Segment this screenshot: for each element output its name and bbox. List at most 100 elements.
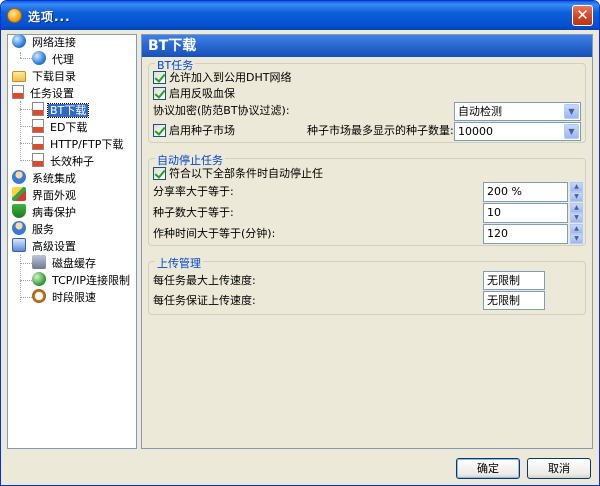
allow-dht-checkbox[interactable] [153,70,166,84]
tree-item-label: 长效种子 [50,154,94,168]
max-speed-label: 每任务最大上传速度: [153,274,256,287]
options-window: 选项... ✕ 网络连接 代理 下载目录 任务设置 BT下载 ED下载 HTTP… [0,0,600,486]
tree-item-label: 高级设置 [32,239,76,253]
all-conditions-checkbox[interactable] [153,166,166,180]
tree-item-advanced[interactable]: 高级设置 [12,237,78,254]
document-icon [32,102,44,116]
group-bt-task: BT任务 允许加入到公用DHT网络 启用反吸血保 协议加密(防范BT协议过滤):… [148,57,586,143]
group-title: 上传管理 [155,255,203,271]
checkbox-label: 启用种子市场 [169,124,235,137]
checkbox-label: 启用反吸血保 [169,87,235,100]
document-icon [12,85,24,99]
tree-item-network[interactable]: 网络连接 [12,33,78,50]
tree-item-ed-download[interactable]: ED下载 [32,118,89,135]
work-time-input[interactable]: 120 [483,224,568,244]
seed-market-row[interactable]: 启用种子市场 [153,122,235,140]
anti-leech-row[interactable]: 启用反吸血保 [153,85,235,103]
seed-max-label: 种子市场最多显示的种子数量: [307,124,454,137]
tree-item-task-settings[interactable]: 任务设置 [12,84,76,101]
protocol-label: 协议加密(防范BT协议过滤): [153,104,290,117]
tree-item-label: 代理 [52,52,74,66]
folder-icon [12,70,26,82]
people-icon [12,221,26,235]
anti-leech-checkbox[interactable] [153,86,166,100]
close-icon: ✕ [576,6,589,24]
tree-item-disk-cache[interactable]: 磁盘缓存 [32,254,98,271]
chevron-up-icon[interactable]: ▲ [570,182,583,192]
chevron-down-icon[interactable]: ▼ [570,234,583,244]
network-icon [32,272,46,286]
tree-item-virus-protection[interactable]: 病毒保护 [12,203,78,220]
tree-item-label: HTTP/FTP下载 [50,137,124,151]
ok-button[interactable]: 确定 [456,458,520,479]
tree-item-download-dir[interactable]: 下载目录 [12,67,78,84]
seed-count-input[interactable]: 10 [483,203,568,223]
group-upload: 上传管理 每任务最大上传速度: 无限制 每任务保证上传速度: 无限制 [148,255,586,315]
document-icon [32,119,44,133]
share-ratio-input[interactable]: 200 % [483,182,568,202]
shield-icon [12,204,26,218]
guaranteed-speed-input[interactable]: 无限制 [483,291,545,310]
chevron-up-icon[interactable]: ▲ [570,224,583,234]
chevron-down-icon[interactable]: ▼ [564,104,579,119]
tree-item-label: 界面外观 [32,188,76,202]
chevron-down-icon[interactable]: ▼ [570,213,583,223]
work-time-spinner[interactable]: ▲ ▼ [570,224,583,244]
seed-count-label: 种子数大于等于: [153,206,234,219]
input-value: 无限制 [487,274,520,287]
document-icon [32,153,44,167]
tree-item-label: BT下载 [46,102,90,118]
panel-title: BT下载 [142,35,592,57]
checkbox-label: 允许加入到公用DHT网络 [169,71,292,84]
all-conditions-row[interactable]: 符合以下全部条件时自动停止任 [153,165,323,183]
tree-item-appearance[interactable]: 界面外观 [12,186,78,203]
tree-item-http-ftp[interactable]: HTTP/FTP下载 [32,135,125,152]
tree-item-system-integration[interactable]: 系统集成 [12,169,78,186]
input-value: 无限制 [487,294,520,307]
tree-item-proxy[interactable]: 代理 [32,50,76,67]
chevron-down-icon[interactable]: ▼ [564,124,579,139]
clock-icon [32,289,46,303]
chevron-down-icon[interactable]: ▼ [570,192,583,202]
spin-value: 10 [487,206,501,219]
tree-item-bt-download[interactable]: BT下载 [32,101,90,118]
tree-item-label: ED下载 [50,120,88,134]
tree-item-label: 服务 [32,222,54,236]
work-time-label: 作种时间大于等于(分钟): [153,227,276,240]
app-icon [7,8,22,23]
guaranteed-speed-label: 每任务保证上传速度: [153,294,256,307]
people-icon [12,170,26,184]
settings-panel: BT下载 BT任务 允许加入到公用DHT网络 启用反吸血保 协议加密(防范BT协… [141,34,593,449]
seed-count-spinner[interactable]: ▲ ▼ [570,203,583,223]
max-speed-input[interactable]: 无限制 [483,271,545,290]
tree-item-label: 病毒保护 [32,205,76,219]
tree-item-label: 网络连接 [32,35,76,49]
tree-item-label: 时段限速 [52,290,96,304]
settings-icon [12,238,26,252]
close-button[interactable]: ✕ [572,5,593,26]
protocol-select[interactable]: 自动检测 ▼ [454,102,581,121]
checkbox-label: 符合以下全部条件时自动停止任 [169,167,323,180]
title-bar[interactable]: 选项... ✕ [1,1,599,30]
tree-item-label: 磁盘缓存 [52,256,96,270]
share-ratio-spinner[interactable]: ▲ ▼ [570,182,583,202]
tree-item-label: 系统集成 [32,171,76,185]
share-ratio-label: 分享率大于等于: [153,185,234,198]
paint-icon [12,187,26,201]
spin-value: 200 % [487,185,522,198]
tree-item-label: 任务设置 [30,86,74,100]
disk-icon [32,255,46,269]
seed-max-select[interactable]: 10000 ▼ [454,122,581,141]
tree-item-service[interactable]: 服务 [12,220,56,237]
tree-item-tcpip-limit[interactable]: TCP/IP连接限制 [32,271,132,288]
globe-icon [12,34,26,48]
chevron-up-icon[interactable]: ▲ [570,203,583,213]
group-auto-stop: 自动停止任务 符合以下全部条件时自动停止任 分享率大于等于: 200 % ▲ ▼ … [148,152,586,246]
spin-value: 120 [487,227,508,240]
tree-item-long-seed[interactable]: 长效种子 [32,152,96,169]
seed-market-checkbox[interactable] [153,123,166,137]
cancel-button[interactable]: 取消 [527,458,591,479]
select-value: 自动检测 [458,105,502,118]
tree-item-time-speed-limit[interactable]: 时段限速 [32,288,98,305]
window-title: 选项... [28,10,71,24]
